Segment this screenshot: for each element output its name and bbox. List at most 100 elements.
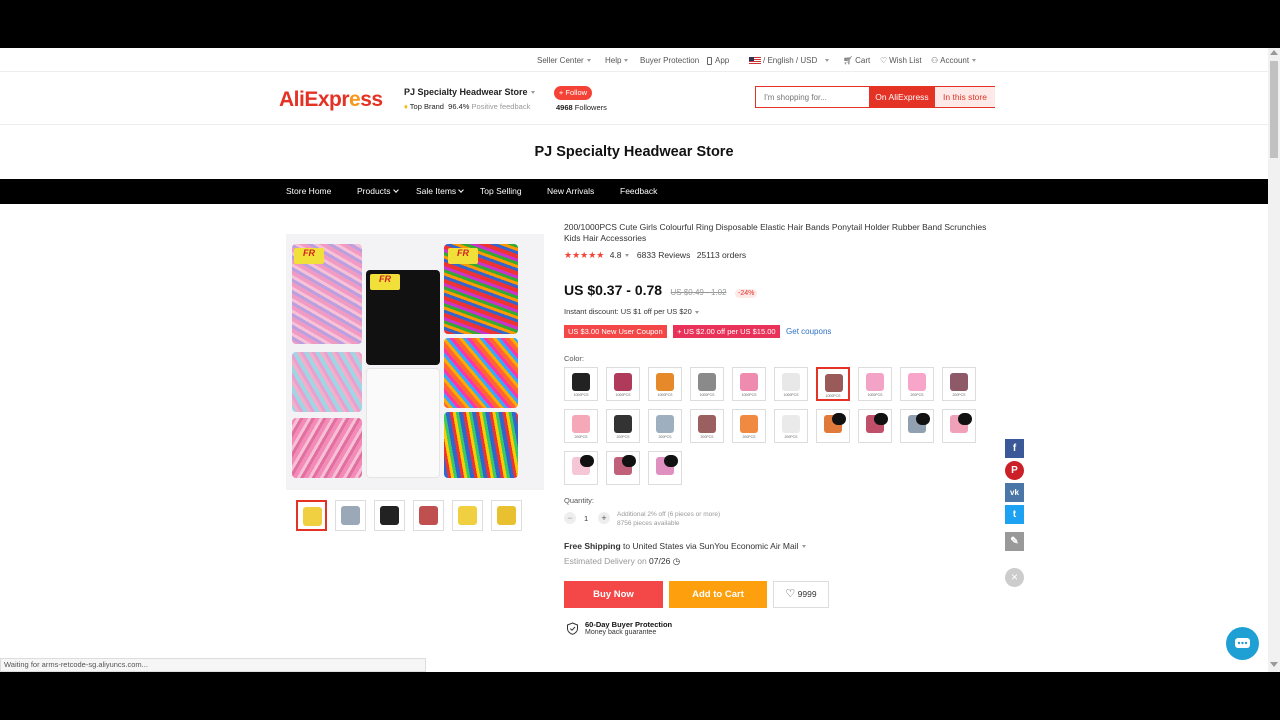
edit-icon[interactable]: ✎ (1005, 532, 1024, 551)
wishlist-button[interactable]: ♡ 9999 (773, 581, 829, 608)
product-thumbnail[interactable] (296, 500, 327, 531)
wish-count: 9999 (797, 589, 817, 599)
free-shipping-label: Free Shipping (564, 541, 621, 551)
scroll-down-arrow-icon[interactable] (1270, 662, 1278, 667)
estimated-delivery: Estimated Delivery on 07/26 ◷ (564, 556, 680, 567)
rating-value[interactable]: 4.8 (610, 250, 622, 260)
product-bag-image (292, 418, 362, 478)
wish-list-link[interactable]: ♡ Wish List (880, 56, 922, 65)
clock-icon[interactable]: ◷ (673, 556, 680, 566)
color-swatch[interactable]: 200PCS (942, 367, 976, 401)
color-swatch[interactable] (942, 409, 976, 443)
top-utility-bar: Seller Center Help Buyer Protection App … (0, 48, 1268, 72)
color-swatch[interactable] (648, 451, 682, 485)
account-link[interactable]: ⚇ Account (931, 56, 977, 65)
page-scrollbar[interactable] (1268, 48, 1280, 672)
buyer-protection-link[interactable]: Buyer Protection (640, 56, 699, 65)
color-swatch[interactable]: 200PCS (774, 409, 808, 443)
chevron-down-icon (392, 187, 399, 193)
color-swatch[interactable] (816, 409, 850, 443)
scroll-up-arrow-icon[interactable] (1270, 50, 1278, 55)
aliexpress-logo[interactable]: AliExpress (279, 88, 383, 112)
search-input[interactable] (756, 87, 869, 107)
color-swatch[interactable] (858, 409, 892, 443)
color-swatch[interactable] (564, 451, 598, 485)
color-swatch[interactable]: 1000PCS (648, 367, 682, 401)
search-store-button[interactable]: In this store (935, 87, 995, 107)
nav-sale-items[interactable]: Sale Items (416, 186, 464, 196)
nav-new-arrivals[interactable]: New Arrivals (547, 186, 594, 196)
chevron-down-icon (530, 91, 535, 95)
swatch-image (825, 374, 843, 392)
store-name-link[interactable]: PJ Specialty Headwear Store (404, 87, 535, 97)
pinterest-share-icon[interactable]: P (1005, 461, 1024, 480)
get-coupons-link[interactable]: Get coupons (786, 327, 831, 336)
nav-top-selling[interactable]: Top Selling (480, 186, 522, 196)
color-swatch[interactable]: 200PCS (648, 409, 682, 443)
top-brand-label: Top Brand (409, 102, 444, 111)
color-swatch[interactable]: 200PCS (564, 409, 598, 443)
product-thumbnail[interactable] (413, 500, 444, 531)
close-share-icon[interactable]: × (1005, 568, 1024, 587)
coupon-row: US $3.00 New User Coupon + US $2.00 off … (564, 321, 831, 339)
color-swatch[interactable]: 1000PCS (858, 367, 892, 401)
reviews-link[interactable]: 6833 Reviews (637, 250, 690, 260)
quantity-decrease-button[interactable]: − (564, 512, 576, 524)
product-thumbnail[interactable] (335, 500, 366, 531)
quantity-increase-button[interactable]: + (598, 512, 610, 524)
product-thumbnail[interactable] (452, 500, 483, 531)
product-thumbnail[interactable] (374, 500, 405, 531)
swatch-image (664, 455, 678, 467)
color-swatch[interactable]: 200PCS (606, 409, 640, 443)
vk-share-icon[interactable]: vk (1005, 483, 1024, 502)
search-aliexpress-button[interactable]: On AliExpress (869, 87, 935, 107)
brand-tag: FR (294, 248, 324, 264)
seller-center-link[interactable]: Seller Center (537, 56, 591, 65)
swatch-image (782, 415, 800, 433)
add-to-cart-button[interactable]: Add to Cart (669, 581, 767, 608)
help-link[interactable]: Help (605, 56, 629, 65)
color-swatch[interactable]: 200PCS (732, 409, 766, 443)
color-swatch[interactable]: 1000PCS (732, 367, 766, 401)
color-swatch[interactable]: 1000PCS (690, 367, 724, 401)
quantity-note: Additional 2% off (6 pieces or more) 8756… (617, 510, 720, 528)
shipping-info[interactable]: Free Shipping to United States via SunYo… (564, 541, 806, 551)
product-main-image[interactable]: FR FR FR (286, 234, 544, 490)
swatch-image (614, 415, 632, 433)
scrollbar-thumb[interactable] (1270, 61, 1278, 158)
phone-icon (707, 56, 712, 65)
color-swatch[interactable]: 1000PCS (606, 367, 640, 401)
color-swatch[interactable]: 200PCS (690, 409, 724, 443)
nav-feedback[interactable]: Feedback (620, 186, 657, 196)
app-link[interactable]: App (707, 56, 729, 65)
instant-discount[interactable]: Instant discount: US $1 off per US $20 (564, 307, 699, 316)
color-swatch[interactable]: 1000PCS (564, 367, 598, 401)
product-bag-image (366, 368, 440, 478)
cart-link[interactable]: 🛒︎ Cart (843, 56, 870, 65)
nav-products[interactable]: Products (357, 186, 399, 196)
quantity-value[interactable]: 1 (584, 514, 588, 523)
color-swatch[interactable]: 1000PCS (774, 367, 808, 401)
swatch-image (614, 373, 632, 391)
buy-now-button[interactable]: Buy Now (564, 581, 663, 608)
shield-icon (567, 622, 578, 635)
twitter-share-icon[interactable]: t (1005, 505, 1024, 524)
nav-store-home[interactable]: Store Home (286, 186, 331, 196)
browser-status-bar: Waiting for arms-retcode-sg.aliyuncs.com… (0, 658, 426, 672)
color-swatch[interactable] (900, 409, 934, 443)
locale-selector[interactable]: / English / USD (749, 56, 830, 65)
new-user-coupon[interactable]: US $3.00 New User Coupon (564, 325, 667, 338)
color-swatch[interactable]: 1000PCS (816, 367, 850, 401)
color-swatch[interactable]: 200PCS (900, 367, 934, 401)
top-brand-icon: ♦ (404, 102, 408, 111)
chevron-down-icon (972, 59, 977, 63)
swatch-caption: 200PCS (742, 435, 756, 439)
color-swatch[interactable] (606, 451, 640, 485)
quantity-label: Quantity: (564, 496, 595, 505)
store-coupon[interactable]: + US $2.00 off per US $15.00 (673, 325, 780, 338)
chat-button[interactable] (1226, 627, 1259, 660)
facebook-share-icon[interactable]: f (1005, 439, 1024, 458)
logo-part-1: AliExpr (279, 88, 350, 111)
product-thumbnail[interactable] (491, 500, 522, 531)
follow-button[interactable]: + Follow (554, 86, 592, 100)
